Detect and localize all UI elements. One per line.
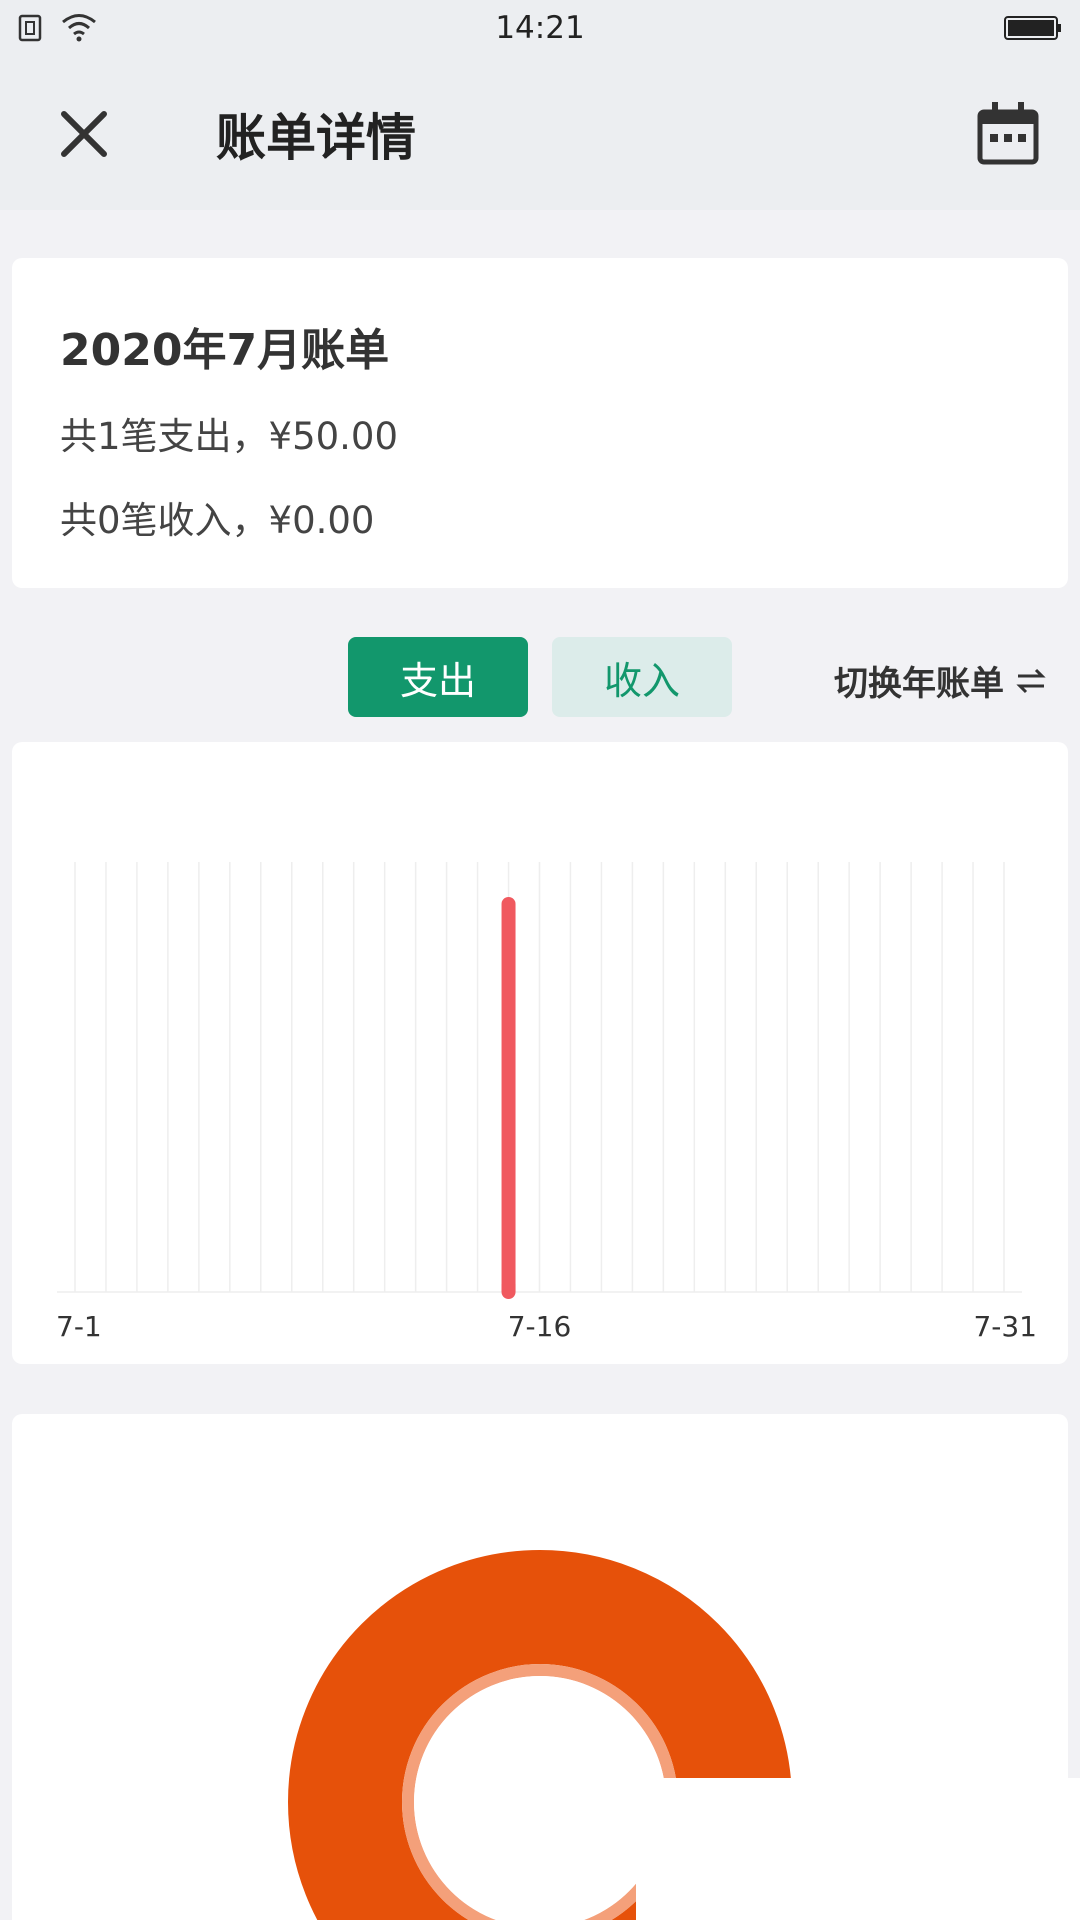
donut-hole xyxy=(414,1676,666,1920)
tab-expense[interactable]: 支出 xyxy=(348,637,528,717)
bill-summary-card: 2020年7月账单 共1笔支出，¥50.00 共0笔收入，¥0.00 xyxy=(12,258,1068,588)
tick-label: 7-16 xyxy=(508,1310,572,1343)
page-title: 账单详情 xyxy=(216,109,416,167)
bar-base xyxy=(501,1284,516,1292)
top-bar: 14:21 账单详情 xyxy=(0,0,1080,210)
watermark-cover xyxy=(636,1778,1080,1920)
tab-income[interactable]: 收入 xyxy=(552,637,732,717)
expense-summary: 共1笔支出，¥50.00 xyxy=(60,415,399,458)
tick-label: 7-31 xyxy=(973,1310,1037,1343)
swap-icon xyxy=(1016,668,1046,693)
status-bar: 14:21 xyxy=(0,0,1080,56)
switch-year-label: 切换年账单 xyxy=(834,664,1004,704)
status-time: 14:21 xyxy=(495,10,585,46)
daily-bar-chart: 7-1 7-16 7-31 xyxy=(56,862,1037,1343)
tick-label: 7-1 xyxy=(56,1310,102,1343)
calendar-icon[interactable] xyxy=(976,100,1040,166)
month-title: 2020年7月账单 xyxy=(60,325,390,376)
income-summary: 共0笔收入，¥0.00 xyxy=(60,499,375,542)
battery-icon xyxy=(1004,16,1061,40)
switch-year-button[interactable]: 切换年账单 xyxy=(834,656,1046,705)
daily-bar-chart-card: 7-1 7-16 7-31 xyxy=(12,742,1068,1364)
header: 账单详情 xyxy=(0,56,1080,210)
close-icon[interactable] xyxy=(54,104,114,164)
